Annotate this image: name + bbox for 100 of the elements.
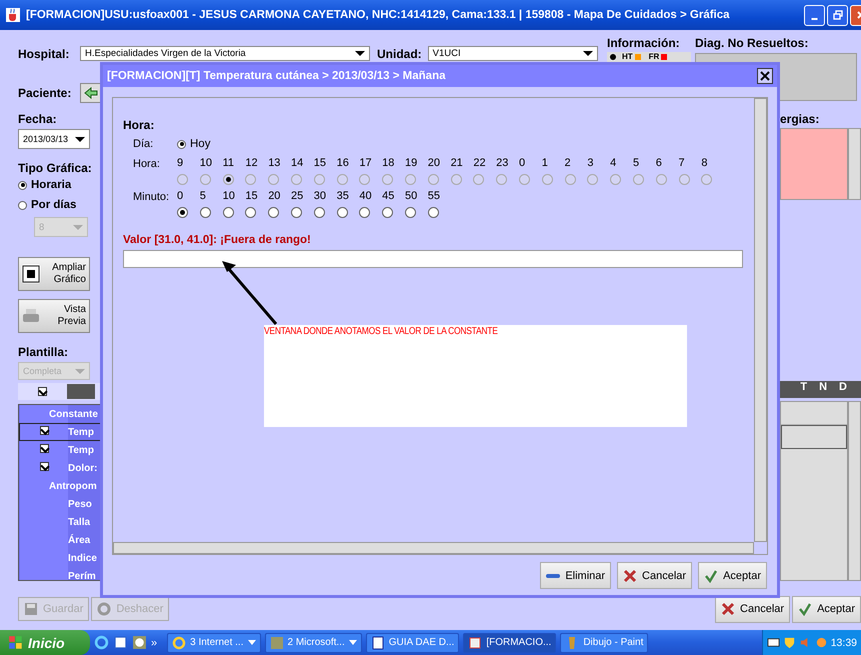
minute-number: 0 xyxy=(177,189,184,204)
minute-radio[interactable] xyxy=(359,207,370,218)
taskbar-button[interactable]: 2 Microsoft... xyxy=(264,632,362,652)
checkbox[interactable] xyxy=(40,426,49,435)
expand-chart-button[interactable]: Ampliar Gráfico xyxy=(18,257,90,291)
minimize-button[interactable] xyxy=(804,4,825,26)
diag-label: Diag. No Resueltos: xyxy=(695,36,810,50)
scrollbar[interactable] xyxy=(848,401,861,581)
day-radio[interactable]: Hoy xyxy=(177,136,268,152)
constant-label[interactable]: Temp xyxy=(68,444,94,456)
radio-button[interactable] xyxy=(18,200,27,210)
hour-number: 0 xyxy=(518,156,526,171)
checkbox[interactable] xyxy=(40,444,49,453)
paciente-label: Paciente: xyxy=(18,86,72,100)
column-header xyxy=(67,384,95,399)
hospital-label: Hospital: xyxy=(18,46,70,60)
delete-button[interactable]: Eliminar xyxy=(540,562,612,589)
unidad-dropdown[interactable]: V1UCI xyxy=(428,46,598,61)
minute-number: 5 xyxy=(200,189,206,204)
back-button[interactable] xyxy=(80,83,102,103)
allergies-box xyxy=(780,128,848,200)
network-icon[interactable] xyxy=(814,636,828,649)
cancel-button[interactable]: Cancelar xyxy=(715,596,790,622)
minute-radio[interactable] xyxy=(245,207,256,218)
hour-number: 20 xyxy=(428,156,440,171)
program-icon xyxy=(270,636,284,650)
day-label: Día: xyxy=(132,137,154,152)
value-input-field[interactable] xyxy=(123,250,743,268)
minute-label: Minuto: xyxy=(132,190,170,205)
minute-radio[interactable] xyxy=(177,207,188,218)
annotation-text: VENTANA DONDE ANOTAMOS EL VALOR DE LA CONSTANTE xyxy=(264,326,498,337)
minute-number: 45 xyxy=(382,189,394,204)
coffee-cup-icon xyxy=(6,8,20,22)
radio-button[interactable] xyxy=(18,180,27,190)
hour-number: 9 xyxy=(177,156,184,171)
hour-number: 4 xyxy=(610,156,616,171)
scrollbar[interactable] xyxy=(754,98,767,542)
taskbar-button[interactable]: Dibujo - Paint xyxy=(560,632,648,652)
close-button[interactable] xyxy=(757,68,773,84)
minute-radio[interactable] xyxy=(382,207,394,218)
radio-label[interactable]: Horaria xyxy=(31,179,72,191)
hour-number: 1 xyxy=(542,156,548,171)
restore-button[interactable] xyxy=(827,4,848,26)
browser-icon[interactable] xyxy=(94,635,109,650)
dot-icon xyxy=(610,54,616,60)
minute-radio[interactable] xyxy=(336,207,348,218)
preview-button[interactable]: Vista Previa xyxy=(18,299,90,333)
radio-label[interactable]: Por días xyxy=(31,199,76,211)
hour-number: 23 xyxy=(496,156,508,171)
scrollbar[interactable] xyxy=(113,542,754,554)
hour-number: 19 xyxy=(404,156,418,171)
hour-number: 12 xyxy=(245,156,258,171)
minute-radio[interactable] xyxy=(314,207,325,218)
column-header: D xyxy=(839,381,847,395)
constant-label[interactable]: Temp xyxy=(68,426,94,438)
unidad-label: Unidad: xyxy=(377,46,422,60)
hour-number: 21 xyxy=(450,156,463,171)
date-dropdown[interactable]: 2013/03/13 xyxy=(18,129,90,149)
minute-radio[interactable] xyxy=(428,207,439,218)
minute-radio[interactable] xyxy=(268,207,280,218)
desktop-icon[interactable] xyxy=(113,635,128,650)
minute-radio[interactable] xyxy=(200,207,211,218)
cancel-button[interactable]: Cancelar xyxy=(617,562,692,589)
annotation-arrow xyxy=(220,260,278,326)
taskbar-button[interactable]: 3 Internet ... xyxy=(167,632,260,652)
hour-number: 13 xyxy=(268,156,280,171)
scrollbar[interactable] xyxy=(848,128,861,200)
program-icon xyxy=(468,636,482,650)
accept-button[interactable]: Aceptar xyxy=(698,562,767,589)
minute-radio[interactable] xyxy=(222,207,234,218)
group-label: Constante xyxy=(49,408,98,420)
taskbar-button[interactable]: [FORMACIO... xyxy=(463,632,556,652)
undo-icon xyxy=(97,602,112,616)
plantilla-label: Plantilla: xyxy=(18,345,70,359)
column-header: N xyxy=(819,381,828,395)
envelope-icon[interactable] xyxy=(766,636,780,649)
minimize-icon xyxy=(811,18,818,20)
column-header: T xyxy=(800,381,808,395)
start-button[interactable]: Inicio xyxy=(0,630,90,655)
hour-number: 15 xyxy=(314,156,326,171)
checkbox[interactable] xyxy=(40,462,49,471)
checkbox[interactable] xyxy=(38,387,47,396)
more-chevron[interactable]: » xyxy=(151,636,158,648)
minute-number: 10 xyxy=(222,189,235,204)
taskbar-button[interactable]: GUIA DAE D... xyxy=(366,632,460,652)
constant-label[interactable]: Talla xyxy=(68,516,90,528)
printer-icon xyxy=(22,307,40,325)
minute-radio[interactable] xyxy=(404,207,416,218)
hour-label: Hora: xyxy=(132,157,161,172)
fecha-label: Fecha: xyxy=(18,112,58,126)
constant-label[interactable]: Peso xyxy=(68,498,92,510)
accept-button[interactable]: Aceptar xyxy=(792,596,861,622)
tipo-label: Tipo Gráfica: xyxy=(18,161,93,175)
minute-number: 50 xyxy=(404,189,418,204)
restore-icon xyxy=(832,10,842,20)
minute-radio[interactable] xyxy=(290,207,302,218)
cross-icon xyxy=(721,602,736,616)
clock-icon[interactable] xyxy=(132,635,147,650)
hospital-dropdown[interactable]: H.Especialidades Virgen de la Victoria xyxy=(80,46,370,61)
constant-label[interactable]: Área xyxy=(68,534,90,546)
